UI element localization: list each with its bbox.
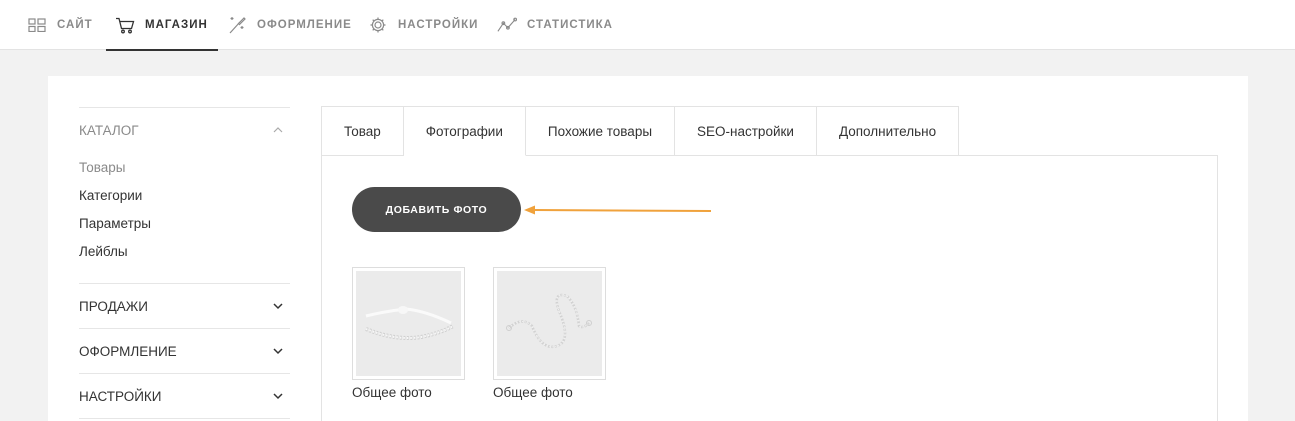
tab-seo-settings[interactable]: SEO-настройки: [675, 106, 817, 156]
tab-photos[interactable]: Фотографии: [403, 106, 526, 156]
nav-shop[interactable]: МАГАЗИН: [106, 0, 218, 51]
sidebar-catalog-header[interactable]: КАТАЛОГ: [79, 108, 290, 152]
chain-image: [497, 271, 602, 376]
cart-icon: [115, 15, 135, 35]
sidebar-sales-title: ПРОДАЖИ: [79, 298, 148, 314]
photos-panel: ДОБАВИТЬ ФОТО Общее фото Общее фото: [321, 155, 1218, 421]
chevron-down-icon: [272, 390, 284, 402]
sidebar-item-labels[interactable]: Лейблы: [79, 238, 290, 266]
photo-item[interactable]: Общее фото: [352, 267, 465, 400]
nav-site[interactable]: САЙТ: [27, 0, 93, 50]
photo-caption: Общее фото: [493, 385, 573, 400]
sidebar-catalog-list: Товары Категории Параметры Лейблы: [79, 152, 290, 283]
magic-wand-icon: [227, 15, 247, 35]
content-card: КАТАЛОГ Товары Категории Параметры Лейбл…: [48, 76, 1248, 421]
sidebar-item-products[interactable]: Товары: [79, 154, 290, 182]
product-tabs: Товар Фотографии Похожие товары SEO-наст…: [321, 106, 960, 156]
photo-item[interactable]: Общее фото: [493, 267, 606, 400]
sidebar: КАТАЛОГ Товары Категории Параметры Лейбл…: [79, 107, 290, 419]
chevron-down-icon: [272, 300, 284, 312]
sidebar-section-catalog: КАТАЛОГ Товары Категории Параметры Лейбл…: [79, 107, 290, 283]
sidebar-item-categories[interactable]: Категории: [79, 182, 290, 210]
pointer-arrow: [524, 205, 712, 215]
photo-thumbnail[interactable]: [493, 267, 606, 380]
nav-statistics-label: СТАТИСТИКА: [527, 19, 613, 31]
sidebar-design-title: ОФОРМЛЕНИЕ: [79, 343, 177, 359]
sidebar-section-design: ОФОРМЛЕНИЕ: [79, 328, 290, 373]
bracelet-image: [356, 271, 461, 376]
photo-caption: Общее фото: [352, 385, 432, 400]
sidebar-settings-header[interactable]: НАСТРОЙКИ: [79, 374, 290, 418]
nav-statistics[interactable]: СТАТИСТИКА: [497, 0, 613, 50]
gear-icon: [368, 15, 388, 35]
sidebar-settings-title: НАСТРОЙКИ: [79, 388, 162, 404]
sidebar-section-sales: ПРОДАЖИ: [79, 283, 290, 328]
photo-thumbnail[interactable]: [352, 267, 465, 380]
top-navigation: САЙТ МАГАЗИН ОФОРМЛЕНИЕ НАСТРОЙКИ СТАТИС…: [0, 0, 1295, 51]
nav-site-label: САЙТ: [57, 19, 93, 31]
nav-design-label: ОФОРМЛЕНИЕ: [257, 19, 352, 31]
sidebar-design-header[interactable]: ОФОРМЛЕНИЕ: [79, 329, 290, 373]
nav-settings-label: НАСТРОЙКИ: [398, 19, 479, 31]
add-photo-button[interactable]: ДОБАВИТЬ ФОТО: [352, 187, 521, 232]
sidebar-catalog-title: КАТАЛОГ: [79, 122, 139, 138]
tab-product[interactable]: Товар: [321, 106, 404, 156]
nav-design[interactable]: ОФОРМЛЕНИЕ: [227, 0, 352, 50]
chevron-up-icon: [272, 124, 284, 136]
tab-similar-products[interactable]: Похожие товары: [525, 106, 676, 156]
tab-additional[interactable]: Дополнительно: [816, 106, 960, 156]
chart-line-icon: [497, 15, 517, 35]
sidebar-sales-header[interactable]: ПРОДАЖИ: [79, 284, 290, 328]
nav-settings[interactable]: НАСТРОЙКИ: [368, 0, 478, 50]
sidebar-section-settings: НАСТРОЙКИ: [79, 373, 290, 419]
nav-shop-label: МАГАЗИН: [145, 19, 208, 31]
grid-icon: [27, 15, 47, 35]
sidebar-item-parameters[interactable]: Параметры: [79, 210, 290, 238]
chevron-down-icon: [272, 345, 284, 357]
